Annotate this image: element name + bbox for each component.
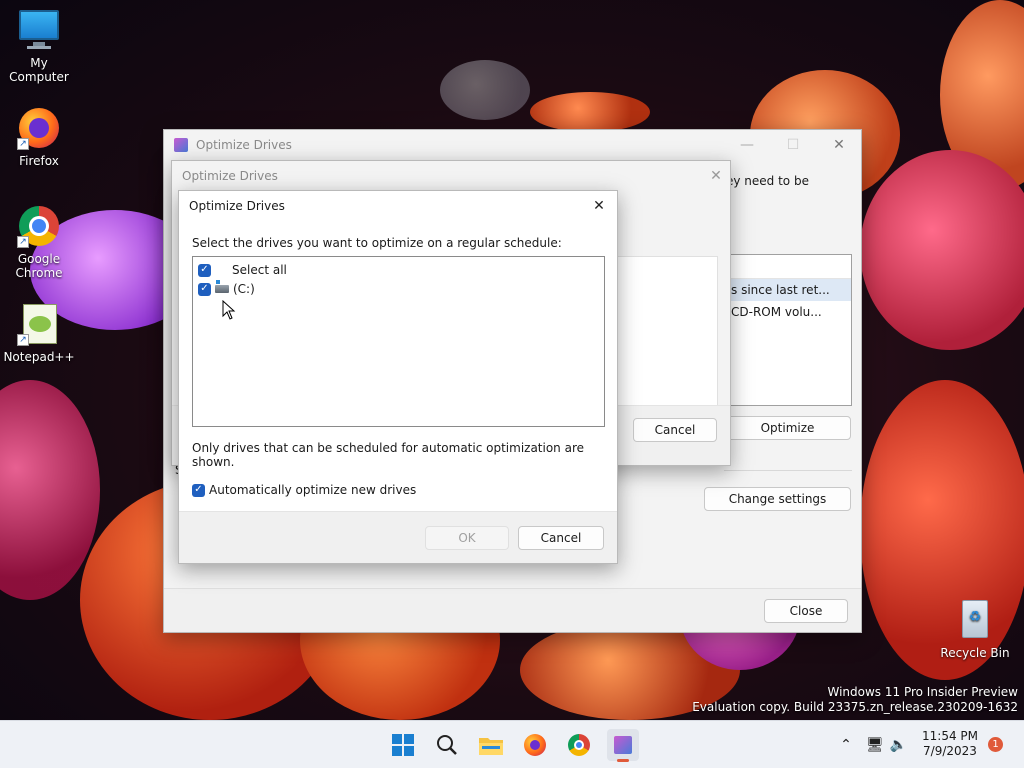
drives-list[interactable]: s since last ret... CD-ROM volu... [724, 254, 852, 406]
shortcut-arrow-icon: ↗ [17, 334, 29, 346]
list-item[interactable]: s since last ret... [725, 279, 851, 301]
close-window-button[interactable]: ✕ [816, 130, 862, 160]
windows-logo-icon [392, 734, 414, 756]
shortcut-arrow-icon: ↗ [17, 236, 29, 248]
taskbar: ⌃ 🖥 🔈 11:54 PM 7/9/2023 1 [0, 720, 1024, 768]
section-divider [724, 470, 852, 471]
firefox-icon: ↗ [17, 106, 61, 150]
list-header [725, 255, 851, 279]
firefox-taskbar-button[interactable] [521, 731, 549, 759]
desktop-icon-notepad-plus-plus[interactable]: ↗ Notepad++ [0, 302, 78, 364]
main-description-text: ey need to be [726, 174, 809, 188]
hard-drive-icon [215, 280, 229, 293]
clock-date: 7/9/2023 [923, 744, 977, 758]
defrag-app-icon [174, 138, 188, 152]
network-icon[interactable]: 🖥 [866, 737, 884, 753]
file-explorer-button[interactable] [477, 731, 505, 759]
chrome-icon: ↗ [17, 204, 61, 248]
drive-c-label: (C:) [233, 282, 255, 296]
firefox-icon [524, 734, 546, 756]
change-settings-button[interactable]: Change settings [704, 487, 851, 511]
optimize-drives-taskbar-button[interactable] [607, 729, 639, 762]
volume-icon[interactable]: 🔈 [890, 737, 907, 753]
middle-dialog-list [616, 256, 718, 406]
defrag-app-icon [614, 736, 632, 754]
front-dialog-title: Optimize Drives [189, 199, 285, 213]
select-drives-dialog: Optimize Drives ✕ Select the drives you … [178, 190, 618, 564]
monitor-icon [17, 8, 61, 52]
desktop-icon-my-computer[interactable]: My Computer [0, 8, 78, 84]
mouse-cursor-icon [222, 299, 236, 320]
folder-icon [479, 738, 503, 755]
middle-dialog-close-icon[interactable]: ✕ [694, 161, 738, 191]
clock-time: 11:54 PM [922, 729, 978, 743]
desktop-icon-google-chrome[interactable]: ↗ Google Chrome [0, 204, 78, 280]
auto-optimize-label: Automatically optimize new drives [209, 483, 417, 497]
schedule-instruction: Select the drives you want to optimize o… [192, 236, 562, 250]
front-dialog-close-icon[interactable]: ✕ [579, 191, 619, 221]
recycle-bin-icon: ♻ [953, 598, 997, 642]
main-footer [164, 588, 861, 632]
drive-selection-list[interactable]: ✓ Select all ✓ (C:) [192, 256, 605, 427]
show-hidden-icons-chevron-up-icon[interactable]: ⌃ [836, 737, 856, 753]
main-window-title: Optimize Drives [196, 138, 292, 152]
select-all-checkbox[interactable]: ✓ [198, 263, 211, 277]
schedule-note: Only drives that can be scheduled for au… [192, 441, 585, 469]
active-app-indicator [617, 759, 629, 762]
chrome-taskbar-button[interactable] [565, 731, 593, 759]
select-all-row[interactable]: ✓ Select all [198, 261, 287, 279]
list-item[interactable]: CD-ROM volu... [725, 301, 851, 323]
select-all-label: Select all [232, 263, 287, 277]
minimize-button[interactable]: — [724, 130, 770, 160]
auto-optimize-checkbox[interactable]: ✓ [192, 483, 205, 497]
shortcut-arrow-icon: ↗ [17, 138, 29, 150]
system-tray: ⌃ 🖥 🔈 [836, 721, 907, 768]
search-icon [437, 735, 457, 755]
search-button[interactable] [433, 731, 461, 759]
desktop-icon-recycle-bin[interactable]: ♻ Recycle Bin [936, 598, 1014, 660]
middle-dialog-title: Optimize Drives [182, 169, 278, 183]
drive-c-row[interactable]: ✓ (C:) [198, 280, 255, 298]
clock[interactable]: 11:54 PM 7/9/2023 [918, 729, 982, 759]
auto-optimize-row[interactable]: ✓ Automatically optimize new drives [192, 481, 416, 499]
close-button[interactable]: Close [764, 599, 848, 623]
maximize-button[interactable]: ☐ [770, 130, 816, 160]
cancel-button[interactable]: Cancel [518, 526, 604, 550]
ok-button[interactable]: OK [425, 526, 509, 550]
middle-dialog-cancel-button[interactable]: Cancel [633, 418, 717, 442]
front-dialog-titlebar: Optimize Drives [179, 191, 617, 221]
optimize-button[interactable]: Optimize [724, 416, 851, 440]
evaluation-watermark: Windows 11 Pro Insider Preview Evaluatio… [692, 685, 1018, 714]
notepad-plus-plus-icon: ↗ [17, 302, 61, 346]
chrome-icon [568, 734, 590, 756]
drive-c-checkbox[interactable]: ✓ [198, 282, 211, 296]
notification-badge[interactable]: 1 [988, 737, 1003, 752]
middle-dialog-titlebar: Optimize Drives [172, 161, 730, 191]
start-button[interactable] [389, 731, 417, 759]
desktop-icon-firefox[interactable]: ↗ Firefox [0, 106, 78, 168]
